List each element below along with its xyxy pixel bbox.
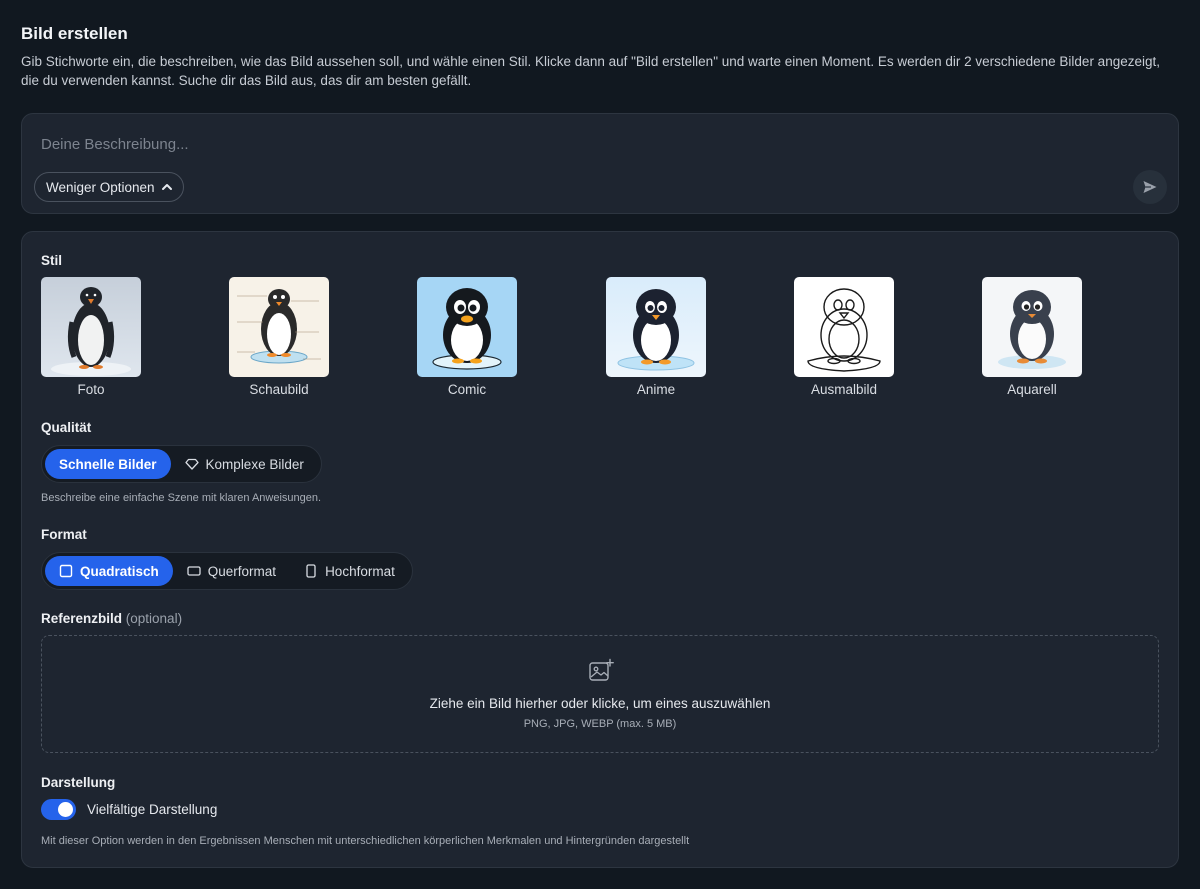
quality-option-label: Schnelle Bilder	[59, 456, 157, 472]
landscape-icon	[187, 566, 201, 576]
penguin-comic-thumbnail	[417, 277, 517, 377]
format-option-label: Quadratisch	[80, 563, 159, 579]
format-option-landscape[interactable]: Querformat	[173, 556, 290, 586]
description-input[interactable]	[41, 132, 1131, 156]
reference-optional-text: (optional)	[125, 611, 183, 626]
less-options-button[interactable]: Weniger Optionen	[34, 172, 184, 202]
format-option-portrait[interactable]: Hochformat	[290, 556, 409, 586]
penguin-anime-thumbnail	[606, 277, 706, 377]
send-icon	[1143, 181, 1157, 193]
penguin-watercolor-thumbnail	[982, 277, 1082, 377]
prompt-card: Weniger Optionen	[21, 113, 1179, 214]
options-card: Stil Foto Schaubild Comic Anime Ausmalbi…	[21, 231, 1179, 868]
quality-option-label: Komplexe Bilder	[205, 456, 304, 472]
style-option-foto[interactable]: Foto	[41, 277, 141, 397]
reference-label-text: Referenzbild	[41, 611, 123, 626]
send-button[interactable]	[1133, 170, 1167, 204]
chevron-up-icon	[161, 184, 172, 190]
quality-option-complex[interactable]: Komplexe Bilder	[171, 449, 318, 479]
style-option-label: Aquarell	[1007, 382, 1057, 397]
style-option-aquarell[interactable]: Aquarell	[982, 277, 1082, 397]
dropzone-title: Ziehe ein Bild hierher oder klicke, um e…	[429, 696, 771, 711]
style-option-ausmalbild[interactable]: Ausmalbild	[794, 277, 894, 397]
reference-dropzone[interactable]: Ziehe ein Bild hierher oder klicke, um e…	[41, 635, 1159, 753]
format-segmented-control: Quadratisch Querformat Hochformat	[41, 552, 413, 590]
page-description: Gib Stichworte ein, die beschreiben, wie…	[21, 54, 1160, 88]
dropzone-subtitle: PNG, JPG, WEBP (max. 5 MB)	[523, 718, 677, 730]
portrait-icon	[306, 564, 316, 578]
display-hint: Mit dieser Option werden in den Ergebnis…	[41, 835, 690, 847]
format-option-label: Querformat	[207, 563, 277, 579]
diverse-display-toggle[interactable]	[41, 799, 76, 820]
square-icon	[59, 564, 73, 578]
display-label: Darstellung	[41, 775, 116, 790]
style-option-label: Foto	[77, 382, 105, 397]
less-options-label: Weniger Optionen	[46, 179, 155, 195]
image-add-icon	[589, 658, 614, 681]
quality-label: Qualität	[41, 420, 92, 435]
style-option-label: Anime	[636, 382, 676, 397]
style-option-anime[interactable]: Anime	[606, 277, 706, 397]
penguin-photo-thumbnail	[41, 277, 141, 377]
style-option-schaubild[interactable]: Schaubild	[229, 277, 329, 397]
format-label: Format	[41, 527, 87, 542]
page-title: Bild erstellen	[21, 24, 128, 43]
diamond-icon	[184, 458, 199, 470]
style-label: Stil	[41, 253, 63, 268]
style-option-label: Ausmalbild	[810, 382, 878, 397]
quality-option-fast[interactable]: Schnelle Bilder	[45, 449, 171, 479]
style-option-comic[interactable]: Comic	[417, 277, 517, 397]
quality-hint: Beschreibe eine einfache Szene mit klare…	[41, 492, 322, 504]
quality-segmented-control: Schnelle Bilder Komplexe Bilder	[41, 445, 322, 483]
penguin-coloring-thumbnail	[794, 277, 894, 377]
diverse-display-label: Vielfältige Darstellung	[87, 802, 218, 817]
format-option-label: Hochformat	[325, 563, 395, 579]
toggle-knob	[58, 802, 73, 817]
style-option-label: Schaubild	[249, 382, 309, 397]
style-option-label: Comic	[447, 382, 487, 397]
format-option-square[interactable]: Quadratisch	[45, 556, 173, 586]
reference-label: Referenzbild (optional)	[41, 611, 182, 626]
penguin-diagram-thumbnail	[229, 277, 329, 377]
